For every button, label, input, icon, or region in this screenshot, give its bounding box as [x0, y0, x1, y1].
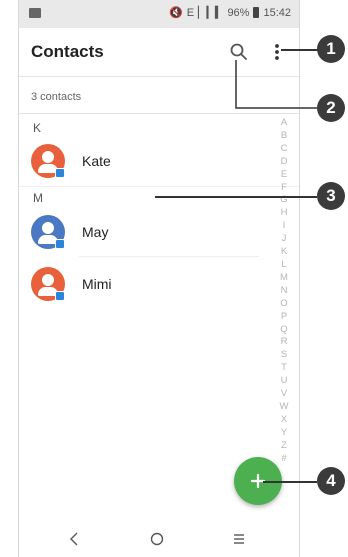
contact-name: Kate [82, 153, 111, 169]
callout-marker: 1 [317, 35, 345, 63]
sim-card-icon [55, 168, 65, 178]
callout-line [281, 49, 319, 51]
status-icons: 🔇 E ▏▎▍ 96% 15:42 [169, 6, 291, 20]
back-icon[interactable] [64, 529, 84, 549]
index-letter[interactable]: C [281, 143, 288, 156]
index-letter[interactable]: H [281, 207, 288, 220]
battery-percent: 96% [227, 6, 250, 19]
contacts-count: 3 contacts [31, 91, 82, 103]
avatar [31, 215, 65, 249]
network-type: E [186, 6, 195, 19]
index-letter[interactable]: P [281, 311, 287, 324]
index-letter[interactable]: Q [280, 324, 287, 337]
section-letter: K [33, 121, 42, 135]
avatar [31, 144, 65, 178]
index-letter[interactable]: D [281, 156, 288, 169]
index-letter[interactable]: N [281, 285, 288, 298]
index-letter[interactable]: Z [281, 440, 287, 453]
status-bar: 🔇 E ▏▎▍ 96% 15:42 [19, 0, 299, 28]
index-letter[interactable]: K [281, 246, 287, 259]
index-letter[interactable]: Y [281, 427, 287, 440]
index-letter[interactable]: O [280, 298, 287, 311]
callout-marker: 3 [317, 182, 345, 210]
image-notification-icon [29, 8, 41, 18]
section-divider [19, 186, 299, 187]
recents-icon[interactable] [229, 529, 249, 549]
callout-line [263, 481, 317, 483]
section-letter: M [33, 191, 43, 205]
index-letter[interactable]: E [281, 169, 287, 182]
index-letter[interactable]: M [280, 272, 288, 285]
index-letter[interactable]: X [281, 414, 287, 427]
avatar [31, 267, 65, 301]
index-letter[interactable]: L [281, 259, 286, 272]
index-letter[interactable]: R [281, 336, 288, 349]
index-letter[interactable]: V [281, 388, 287, 401]
signal-icon: ▏▎▍ [198, 7, 224, 19]
index-letter[interactable]: B [281, 130, 287, 143]
index-letter[interactable]: U [281, 375, 288, 388]
callout-line [155, 196, 317, 198]
sim-card-icon [55, 239, 65, 249]
battery-icon [253, 7, 260, 18]
alphabet-index[interactable]: A B C D E F G H I J K L M N O P Q R S T … [277, 117, 291, 465]
mute-icon: 🔇 [169, 7, 183, 19]
row-divider [79, 256, 259, 257]
callout-line [235, 60, 320, 109]
contact-name: Mimi [82, 276, 112, 292]
index-letter[interactable]: F [281, 182, 287, 195]
home-icon[interactable] [147, 529, 167, 549]
callout-marker: 2 [317, 94, 345, 122]
index-letter[interactable]: A [281, 117, 287, 130]
sim-card-icon [55, 291, 65, 301]
index-letter[interactable]: S [281, 349, 287, 362]
contact-row[interactable]: Kate [19, 140, 259, 184]
navigation-bar [19, 520, 299, 557]
index-letter[interactable]: I [283, 220, 286, 233]
contact-row[interactable]: May [19, 211, 259, 255]
callout-marker: 4 [317, 467, 345, 495]
clock: 15:42 [263, 6, 291, 19]
contact-name: May [82, 224, 109, 240]
index-letter[interactable]: # [281, 453, 286, 466]
contact-row[interactable]: Mimi [19, 263, 259, 307]
index-letter[interactable]: J [282, 233, 287, 246]
page-title: Contacts [31, 42, 104, 61]
index-letter[interactable]: T [281, 362, 287, 375]
index-letter[interactable]: W [280, 401, 289, 414]
